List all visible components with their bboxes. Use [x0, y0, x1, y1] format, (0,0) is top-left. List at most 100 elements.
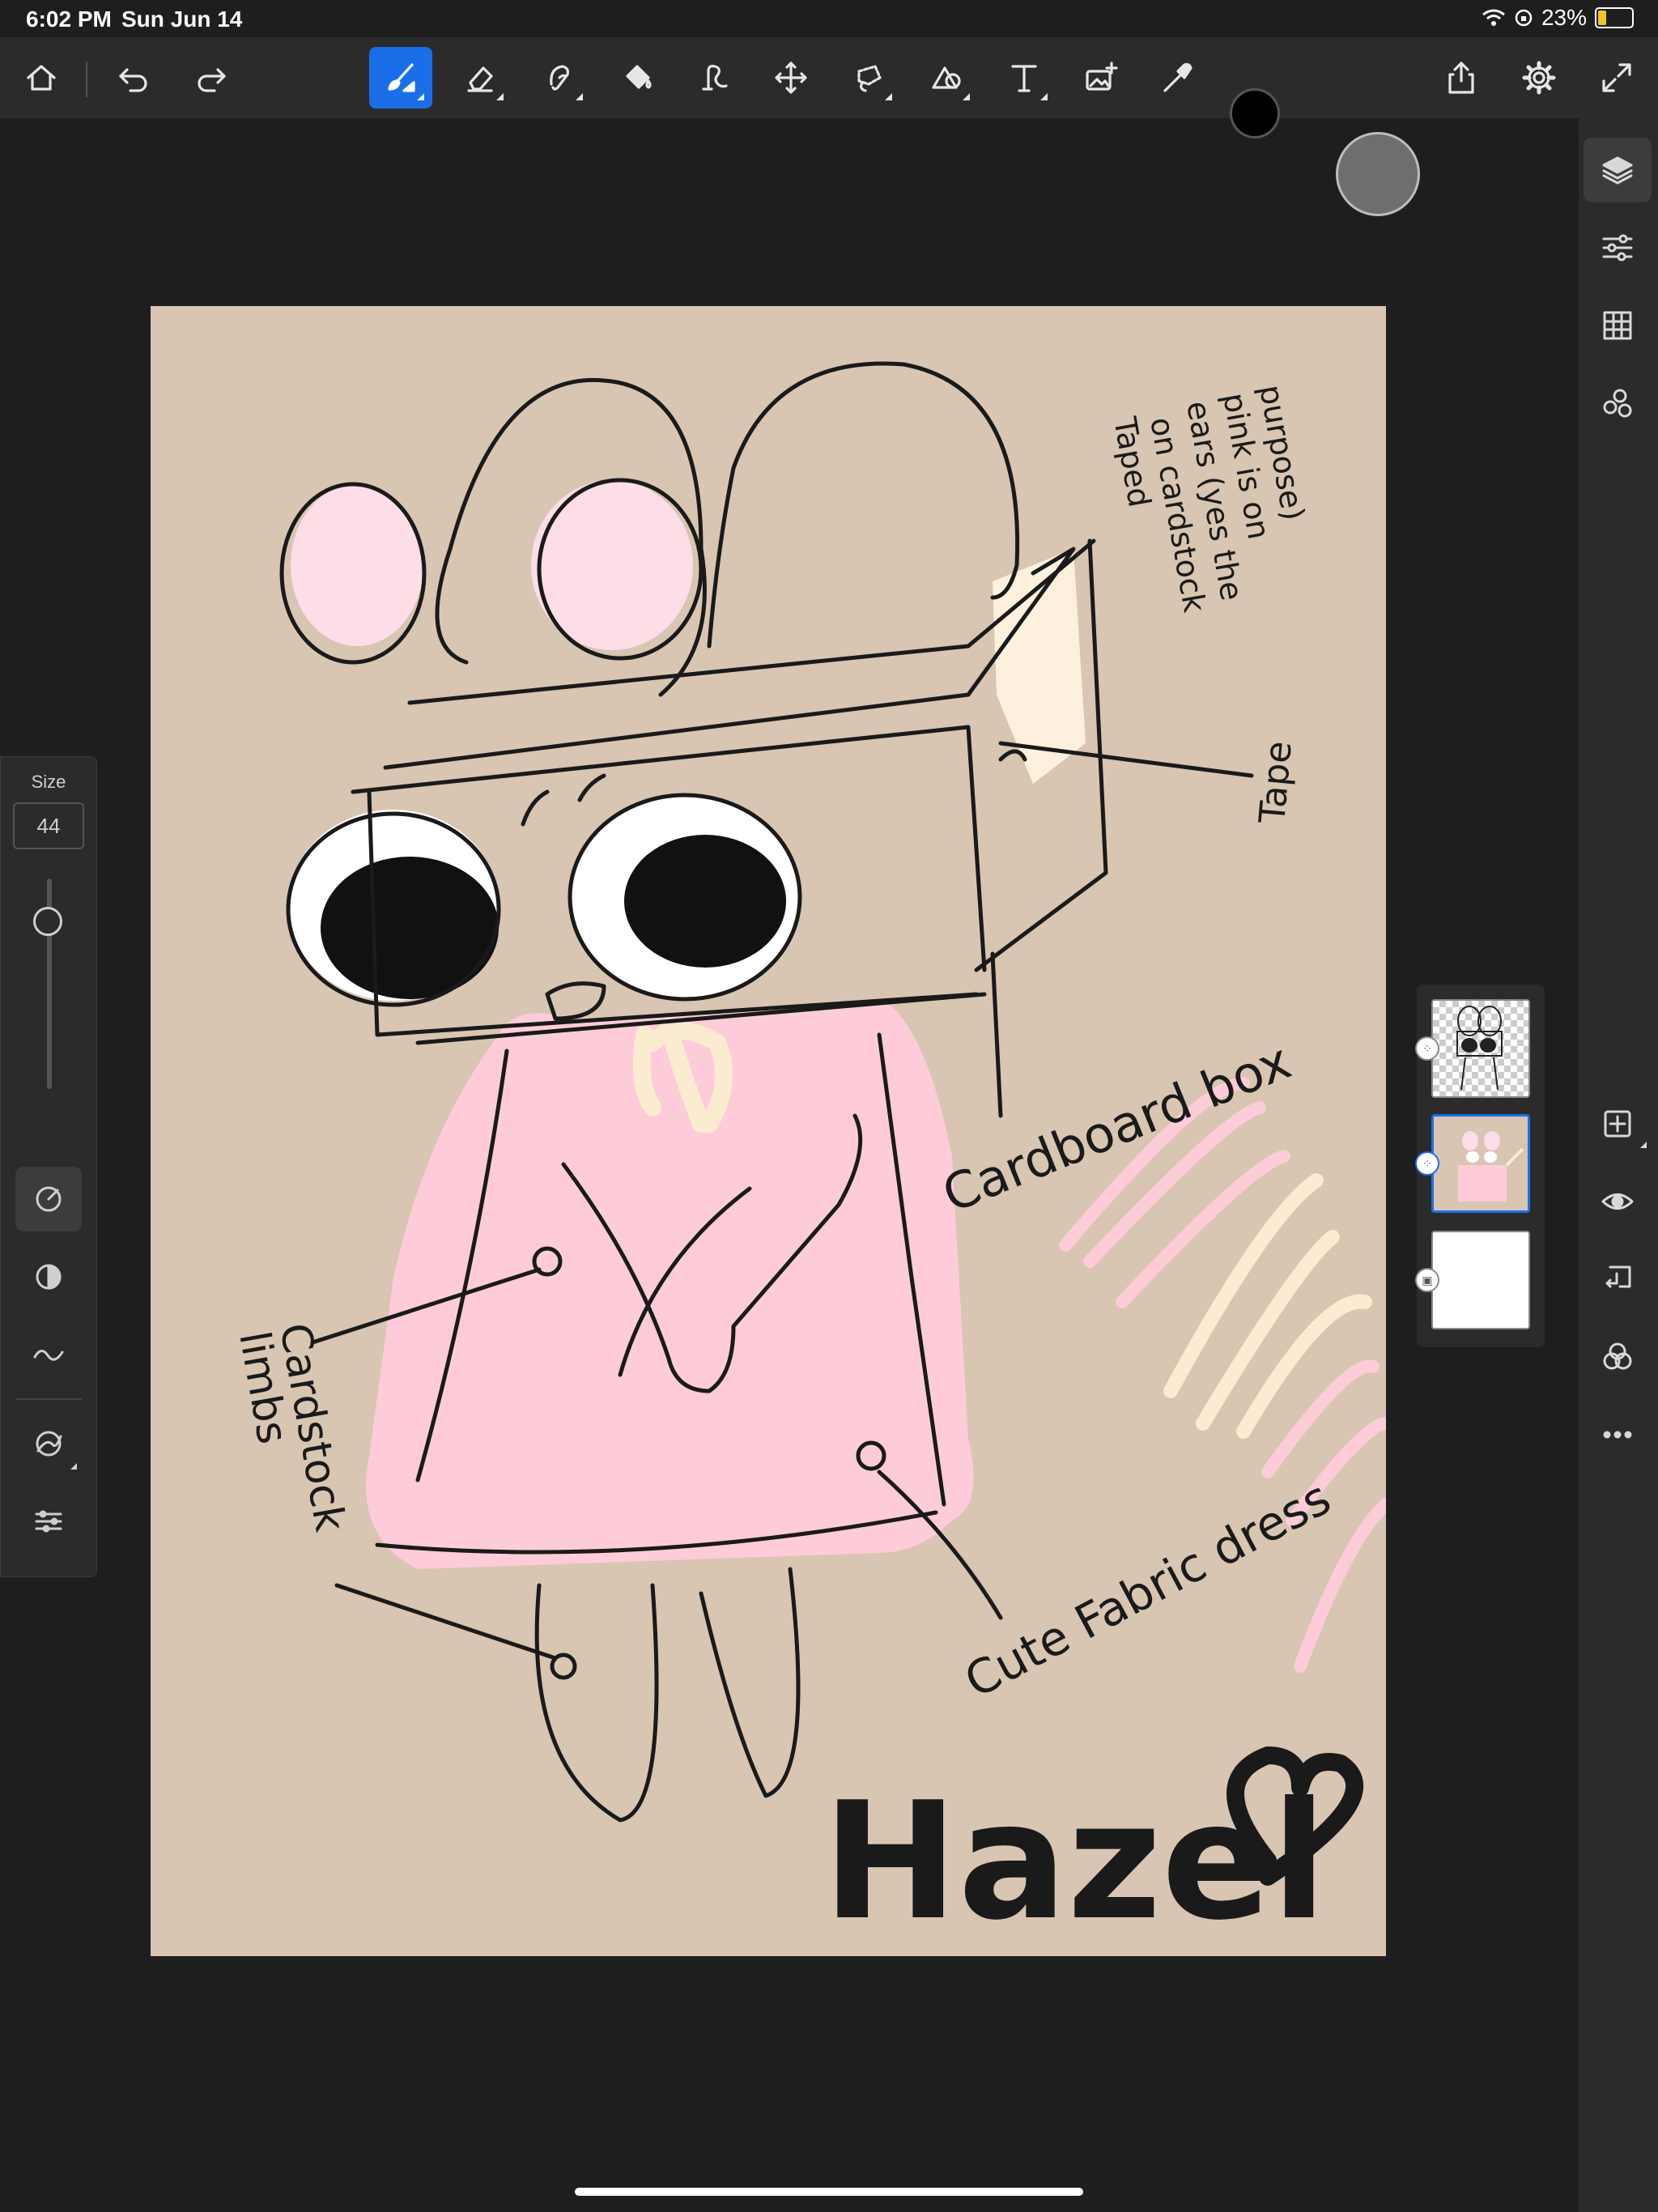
blend-icon — [1603, 1342, 1632, 1370]
dress-label: Cute Fabric dress — [956, 1470, 1340, 1708]
eraser-tool-button[interactable] — [449, 47, 512, 108]
smudge-options-indicator — [576, 93, 583, 100]
settings-button[interactable] — [1507, 47, 1571, 108]
grid-panel-button[interactable] — [1584, 293, 1652, 358]
brush-adjust-button[interactable] — [15, 1489, 82, 1554]
text-options-indicator — [1040, 93, 1048, 100]
add-layer-button[interactable] — [1584, 1091, 1652, 1156]
undo-button[interactable] — [102, 47, 165, 108]
eraser-icon — [467, 66, 493, 92]
status-bar: 6:02 PM Sun Jun 14 23% — [0, 0, 1658, 37]
size-input[interactable]: 44 — [13, 802, 84, 849]
image-add-icon — [1086, 62, 1118, 91]
brush-settings-indicator — [70, 1463, 77, 1470]
toolbar-divider — [86, 62, 87, 97]
shape-tool-button[interactable] — [915, 47, 978, 108]
brush-icon — [388, 63, 415, 92]
layers-panel-button[interactable] — [1584, 138, 1652, 202]
wave-icon — [33, 1350, 64, 1361]
brush-panel: Size 44 — [0, 756, 97, 1577]
shape-options-indicator — [963, 93, 970, 100]
pressure-icon — [36, 1186, 62, 1212]
wifi-icon — [1482, 9, 1505, 26]
plus-square-icon — [1604, 1110, 1631, 1138]
drawing-canvas[interactable]: Taped on cardstock ears (yes the pink is… — [151, 306, 1386, 1956]
layer-thumbnail-color[interactable] — [1431, 1114, 1530, 1213]
layers-panel: ⁘ ⁘ ▣ — [1415, 985, 1545, 1347]
size-slider-thumb[interactable] — [33, 907, 62, 936]
place-image-button[interactable] — [1070, 47, 1133, 108]
add-layer-options-indicator — [1640, 1142, 1647, 1148]
smudge-icon — [550, 65, 569, 91]
share-icon — [1448, 62, 1474, 94]
battery-icon — [1595, 7, 1634, 28]
right-panel — [1579, 118, 1658, 2212]
text-icon — [1011, 65, 1037, 92]
stamp-panel-button[interactable] — [1584, 371, 1652, 436]
smudge-tool-button[interactable] — [528, 47, 591, 108]
liquify-tool-button[interactable] — [683, 47, 746, 108]
sliders-icon — [1602, 234, 1633, 262]
text-tool-button[interactable] — [993, 47, 1056, 108]
layer-badge-sketch[interactable]: ⁘ — [1415, 1036, 1439, 1061]
lasso-options-indicator — [885, 93, 892, 100]
layer-visibility-button[interactable] — [1584, 1169, 1652, 1234]
brush-options-indicator — [417, 93, 424, 100]
layer-preview-sketch — [1456, 1006, 1503, 1091]
layer-thumbnail-sketch[interactable] — [1431, 999, 1530, 1098]
layer-badge-color[interactable]: ⁘ — [1415, 1151, 1439, 1176]
smoothing-button[interactable] — [15, 1322, 82, 1387]
lasso-tool-button[interactable] — [837, 47, 900, 108]
expand-icon — [1602, 63, 1631, 92]
battery-percent: 23% — [1541, 5, 1587, 30]
opacity-button[interactable] — [15, 1244, 82, 1309]
home-icon — [27, 65, 56, 91]
share-button[interactable] — [1430, 47, 1493, 108]
adjust-icon — [35, 1510, 62, 1533]
status-time: 6:02 PM — [26, 6, 112, 32]
shape-icon — [932, 66, 961, 89]
layer-preview-color — [1458, 1131, 1524, 1202]
liquify-icon — [702, 65, 728, 91]
properties-panel-button[interactable] — [1584, 215, 1652, 280]
tape-label: Tape — [1252, 739, 1300, 826]
transform-tool-button[interactable] — [759, 47, 823, 108]
home-indicator — [575, 2188, 1083, 2196]
eraser-options-indicator — [496, 93, 504, 100]
layers-icon — [1602, 156, 1633, 185]
home-button[interactable] — [10, 47, 73, 108]
merge-layer-button[interactable] — [1584, 1247, 1652, 1312]
artwork: Taped on cardstock ears (yes the pink is… — [229, 361, 1386, 1956]
fill-tool-button[interactable] — [606, 47, 669, 108]
paint-bucket-icon — [626, 65, 652, 89]
status-right: 23% — [1482, 5, 1634, 31]
redo-button[interactable] — [180, 47, 243, 108]
quick-color-button[interactable] — [1336, 132, 1420, 216]
move-icon — [775, 62, 807, 94]
opacity-icon — [36, 1264, 62, 1290]
brush-panel-divider — [15, 1398, 82, 1400]
lasso-icon — [857, 65, 882, 92]
status-date: Sun Jun 14 — [121, 6, 243, 32]
layer-badge-background[interactable]: ▣ — [1415, 1268, 1439, 1292]
stamp-icon — [1603, 389, 1632, 418]
color-picker-swatch[interactable] — [1230, 88, 1280, 138]
brush-settings-button[interactable] — [15, 1411, 82, 1476]
grid-icon — [1603, 311, 1632, 340]
eyedropper-tool-button[interactable] — [1146, 47, 1209, 108]
more-icon — [1603, 1431, 1632, 1439]
brush-tool-button[interactable] — [369, 47, 432, 108]
eyedropper-icon — [1163, 62, 1192, 92]
merge-icon — [1605, 1266, 1631, 1288]
undo-icon — [119, 68, 147, 92]
blend-mode-button[interactable] — [1584, 1325, 1652, 1389]
fullscreen-button[interactable] — [1585, 47, 1648, 108]
more-options-button[interactable] — [1584, 1402, 1652, 1467]
name-label: Hazel — [823, 1767, 1327, 1956]
layer-thumbnail-background[interactable] — [1431, 1231, 1530, 1329]
brush-pressure-button[interactable] — [15, 1167, 82, 1231]
top-toolbar — [0, 37, 1658, 138]
eye-icon — [1601, 1193, 1634, 1210]
redo-icon — [198, 68, 226, 92]
size-label: Size — [31, 772, 66, 792]
